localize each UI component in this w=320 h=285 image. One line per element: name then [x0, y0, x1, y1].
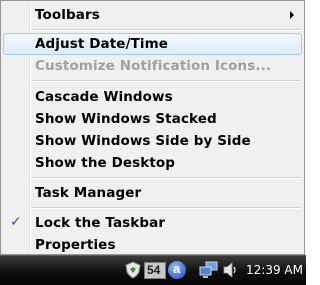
- taskbar[interactable]: 54 a 12:39 AM: [0, 255, 306, 285]
- taskbar-context-menu: Toolbars Adjust Date/Time Customize Noti…: [0, 0, 305, 255]
- volume-icon[interactable]: [222, 261, 238, 279]
- checkmark-icon: ✓: [10, 214, 22, 230]
- circle-a-icon[interactable]: a: [168, 261, 186, 279]
- counter-badge-icon[interactable]: 54: [144, 262, 166, 279]
- menu-item-properties[interactable]: Properties: [3, 234, 302, 256]
- shield-icon[interactable]: [125, 261, 141, 279]
- menu-item-label: Show Windows Stacked: [35, 111, 217, 127]
- menu-item-label: Show the Desktop: [35, 155, 176, 171]
- menu-item-task-manager[interactable]: Task Manager: [3, 182, 302, 204]
- menu-item-toolbars[interactable]: Toolbars: [3, 4, 302, 26]
- menu-separator: [31, 80, 301, 82]
- menu-item-label: Cascade Windows: [35, 89, 173, 105]
- clock[interactable]: 12:39 AM: [246, 263, 303, 277]
- tray-letter: a: [173, 261, 181, 276]
- menu-item-label: Toolbars: [35, 7, 100, 23]
- menu-item-show-windows-stacked[interactable]: Show Windows Stacked: [3, 108, 302, 130]
- menu-item-label: Adjust Date/Time: [35, 36, 169, 52]
- menu-item-show-windows-side-by-side[interactable]: Show Windows Side by Side: [3, 130, 302, 152]
- submenu-arrow-icon: [290, 11, 294, 19]
- menu-item-show-the-desktop[interactable]: Show the Desktop: [3, 152, 302, 174]
- menu-item-label: Customize Notification Icons...: [35, 58, 272, 74]
- menu-item-label: Lock the Taskbar: [35, 215, 166, 231]
- menu-item-cascade-windows[interactable]: Cascade Windows: [3, 86, 302, 108]
- network-icon[interactable]: [199, 261, 219, 279]
- menu-item-customize-notification-icons: Customize Notification Icons...: [3, 55, 302, 77]
- menu-item-label: Show Windows Side by Side: [35, 133, 251, 149]
- menu-item-label: Task Manager: [35, 185, 142, 201]
- tray-badge-number: 54: [147, 263, 161, 277]
- menu-separator: [31, 29, 301, 31]
- menu-item-lock-the-taskbar[interactable]: ✓ Lock the Taskbar: [3, 212, 302, 234]
- menu-separator: [31, 207, 301, 209]
- menu-item-label: Properties: [35, 237, 116, 253]
- menu-separator: [31, 177, 301, 179]
- menu-item-adjust-date-time[interactable]: Adjust Date/Time: [3, 33, 302, 55]
